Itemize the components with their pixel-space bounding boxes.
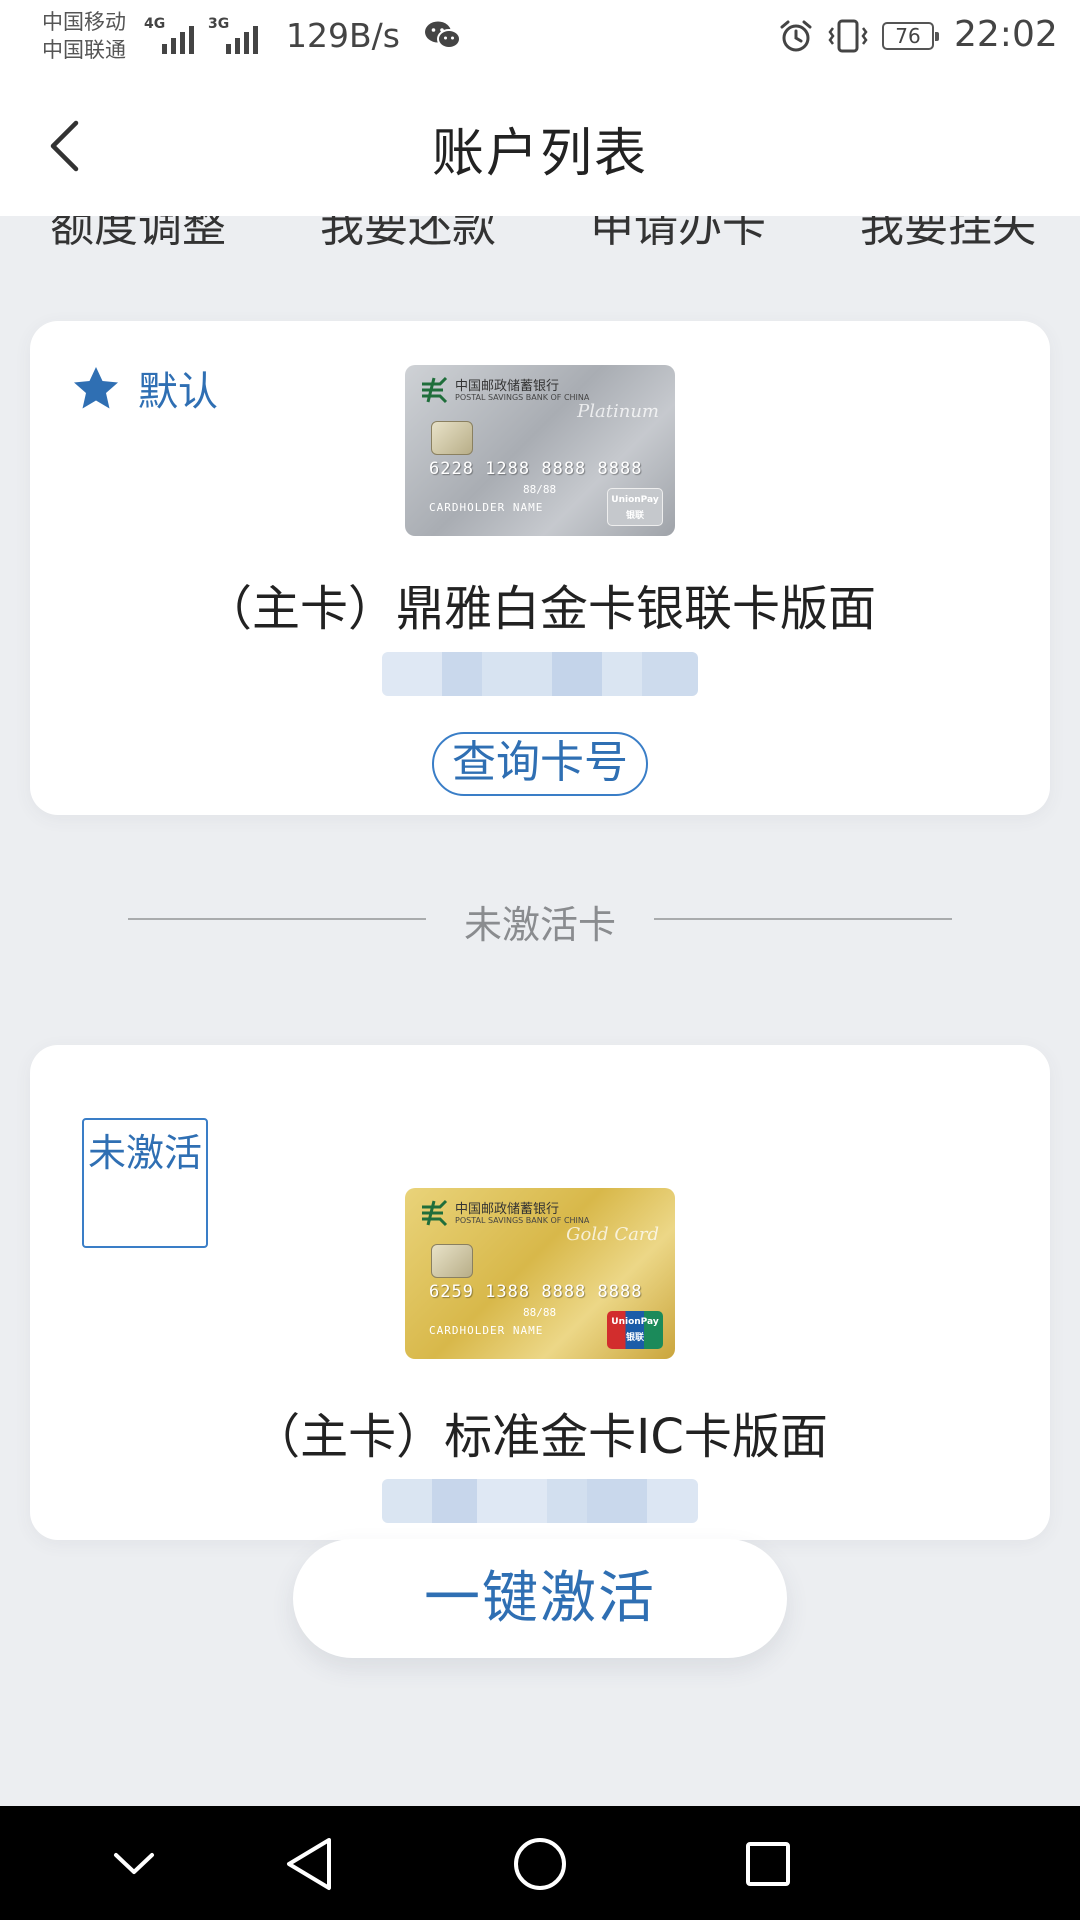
alarm-icon — [780, 20, 812, 52]
quick-action-limit[interactable]: 额度调整 — [50, 216, 226, 248]
chip-icon — [431, 1244, 473, 1278]
vibrate-icon — [828, 19, 868, 53]
carrier-labels: 中国移动 中国联通 — [42, 8, 126, 64]
default-label: 默认 — [138, 369, 218, 415]
quick-action-repay[interactable]: 我要还款 — [320, 216, 496, 248]
card-valid: 88/88 — [523, 483, 557, 496]
signal-4g-icon: 4G — [144, 16, 200, 54]
unionpay-logo: UnionPay 银联 — [607, 1311, 663, 1349]
quick-action-apply[interactable]: 申请办卡 — [590, 216, 766, 248]
quick-actions: 额度调整 我要还款 申请办卡 我要挂失 — [0, 216, 1080, 248]
card-valid: 88/88 — [523, 1306, 557, 1319]
divider-line-right — [654, 918, 952, 920]
nav-home-button[interactable] — [508, 1832, 572, 1896]
query-card-number-button[interactable]: 查询卡号 — [432, 732, 648, 796]
account-card-default[interactable]: 默认 中国邮政储蓄银行 POSTAL SAVINGS BANK OF CHINA… — [30, 321, 1050, 815]
carrier-1: 中国移动 — [42, 10, 126, 34]
card-bank-name: 中国邮政储蓄银行 — [455, 1202, 560, 1217]
carrier-2: 中国联通 — [42, 38, 126, 62]
account-card-inactive[interactable]: 未激活 中国邮政储蓄银行 POSTAL SAVINGS BANK OF CHIN… — [30, 1045, 1050, 1540]
card-image-gold: 中国邮政储蓄银行 POSTAL SAVINGS BANK OF CHINA Go… — [405, 1188, 675, 1359]
nav-back-button[interactable] — [277, 1832, 341, 1896]
page-header: 账户列表 — [0, 78, 1080, 216]
card-tier: Platinum — [577, 401, 659, 422]
card-bank-name: 中国邮政储蓄银行 — [455, 379, 560, 394]
card-number: 6228 1288 8888 8888 — [429, 459, 643, 479]
default-badge[interactable]: 默认 — [72, 359, 218, 417]
home-circle-icon — [514, 1838, 566, 1890]
back-triangle-icon — [287, 1838, 331, 1890]
masked-card-number — [382, 652, 698, 696]
star-icon — [74, 367, 118, 409]
recents-square-icon — [746, 1842, 790, 1886]
card-name: （主卡）标准金卡IC卡版面 — [252, 1409, 828, 1465]
card-number: 6259 1388 8888 8888 — [429, 1282, 643, 1302]
signal-3g-icon: 3G — [208, 16, 264, 54]
card-tier: Gold Card — [566, 1224, 659, 1245]
battery-icon: 76 — [882, 22, 939, 50]
chevron-down-icon — [114, 1853, 154, 1874]
clock: 22:02 — [954, 14, 1058, 55]
unionpay-text-cn: 银联 — [625, 511, 644, 521]
divider-label: 未激活卡 — [463, 903, 616, 947]
unionpay-logo: UnionPay 银联 — [607, 488, 663, 526]
unionpay-text: UnionPay — [611, 495, 659, 505]
card-name: （主卡）鼎雅白金卡银联卡版面 — [203, 581, 876, 637]
quick-action-report-loss[interactable]: 我要挂失 — [860, 216, 1036, 248]
divider-line-left — [128, 918, 426, 920]
bank-logo-icon — [422, 1199, 448, 1227]
unionpay-text-cn: 银联 — [625, 1333, 644, 1343]
wechat-icon — [425, 21, 461, 49]
page-title: 账户列表 — [431, 124, 648, 184]
card-holder: CARDHOLDER NAME — [429, 1324, 544, 1337]
bank-logo-icon — [422, 376, 448, 404]
system-nav-bar — [0, 1806, 1080, 1920]
inactive-badge: 未激活 — [82, 1118, 208, 1248]
status-bar: 中国移动 中国联通 4G 3G 129B/s 76 22:02 — [0, 0, 1080, 78]
card-image-platinum: 中国邮政储蓄银行 POSTAL SAVINGS BANK OF CHINA Pl… — [405, 365, 675, 536]
card-bank-name-en: POSTAL SAVINGS BANK OF CHINA — [455, 393, 590, 402]
masked-card-number — [382, 1479, 698, 1523]
nav-collapse-button[interactable] — [102, 1832, 166, 1896]
chip-icon — [431, 421, 473, 455]
net-speed: 129B/s — [286, 16, 400, 55]
unionpay-text: UnionPay — [611, 1317, 659, 1327]
card-holder: CARDHOLDER NAME — [429, 501, 544, 514]
nav-recents-button[interactable] — [736, 1832, 800, 1896]
activate-all-button[interactable]: 一键激活 — [293, 1539, 787, 1658]
